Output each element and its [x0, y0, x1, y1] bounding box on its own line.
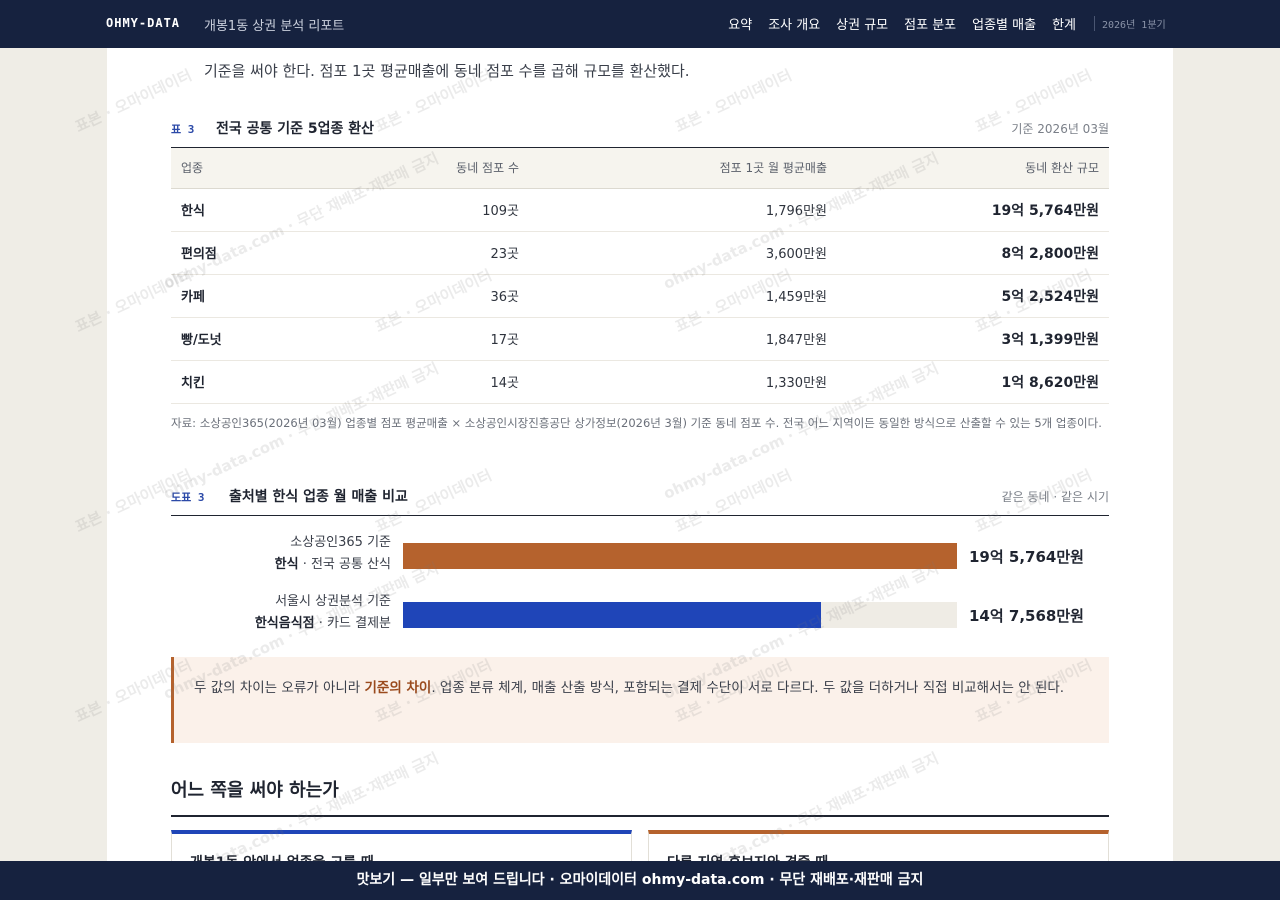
col-header-avg-sales: 점포 1곳 월 평균매출: [529, 148, 837, 189]
chart-3-title: 출처별 한식 업종 월 매출 비교: [229, 489, 408, 505]
bar-track-2: [403, 602, 957, 628]
nav-item-market-size[interactable]: 상권 규모: [836, 14, 888, 33]
cell-category: 한식: [171, 188, 339, 232]
callout-emphasis: 기준의 차이: [364, 680, 432, 696]
bar-fill-2: [403, 602, 821, 628]
nav-item-sales-by-category[interactable]: 업종별 매출: [972, 14, 1036, 33]
bar-value-2: 14억 7,568만원: [969, 607, 1084, 625]
preview-footer-banner: 맛보기 — 일부만 보여 드립니다 · 오마이데이터 ohmy-data.com…: [0, 861, 1280, 900]
bar-value-1: 19억 5,764만원: [969, 548, 1084, 566]
bar-method-1: · 전국 공통 산식: [298, 557, 391, 572]
cell-total: 19억 5,764만원: [837, 188, 1109, 232]
nav-item-overview[interactable]: 조사 개요: [768, 14, 820, 33]
cell-category: 편의점: [171, 231, 339, 275]
cell-total: 8억 2,800만원: [837, 231, 1109, 275]
callout-text-after: . 업종 분류 체계, 매출 산출 방식, 포함되는 결제 수단이 서로 다르다…: [431, 680, 1065, 696]
report-title: 개봉1동 상권 분석 리포트: [204, 19, 345, 34]
col-header-store-count: 동네 점포 수: [339, 148, 529, 189]
note-callout: 두 값의 차이는 오류가 아니라 기준의 차이. 업종 분류 체계, 매출 산출…: [171, 657, 1109, 743]
bar-source-2: 서울시 상권분석 기준: [275, 594, 391, 609]
cell-store-count: 36곳: [339, 274, 529, 318]
cell-store-count: 109곳: [339, 188, 529, 232]
table-row: 치킨 14곳 1,330만원 1억 8,620만원: [171, 360, 1109, 404]
cell-category: 빵/도넛: [171, 317, 339, 361]
table-3-header: 표 3 전국 공통 기준 5업종 환산 기준 2026년 03월: [171, 116, 1109, 148]
nav-item-store-distribution[interactable]: 점포 분포: [904, 14, 956, 33]
table-row: 빵/도넛 17곳 1,847만원 3억 1,399만원: [171, 317, 1109, 361]
table-3-number: 표 3: [171, 123, 195, 136]
cell-avg-sales: 3,600만원: [529, 231, 837, 275]
bar-label-1: 소상공인365 기준 한식 · 전국 공통 산식: [275, 532, 391, 576]
bar-track-1: [403, 543, 957, 569]
cell-total: 5억 2,524만원: [837, 274, 1109, 318]
table-row: 한식 109곳 1,796만원 19억 5,764만원: [171, 188, 1109, 232]
cell-avg-sales: 1,796만원: [529, 188, 837, 232]
bar-method-2: · 카드 결제분: [314, 616, 391, 631]
chart-3-header: 도표 3 출처별 한식 업종 월 매출 비교 같은 동네 · 같은 시기: [171, 484, 1109, 516]
nav-item-limits[interactable]: 한계: [1052, 14, 1076, 33]
cell-category: 카페: [171, 274, 339, 318]
nav-item-summary[interactable]: 요약: [728, 14, 752, 33]
cell-total: 3억 1,399만원: [837, 317, 1109, 361]
chart-3-number: 도표 3: [171, 491, 205, 504]
table-3-title: 전국 공통 기준 5업종 환산: [216, 121, 375, 137]
cell-total: 1억 8,620만원: [837, 360, 1109, 404]
callout-text-before: 두 값의 차이는 오류가 아니라: [194, 680, 365, 696]
cell-avg-sales: 1,847만원: [529, 317, 837, 361]
table-3-meta: 기준 2026년 03월: [1011, 122, 1109, 136]
bar-category-2: 한식음식점: [254, 616, 315, 631]
brand-logo[interactable]: OHMY-DATA: [106, 16, 180, 30]
cell-avg-sales: 1,330만원: [529, 360, 837, 404]
cell-category: 치킨: [171, 360, 339, 404]
table-row: 편의점 23곳 3,600만원 8억 2,800만원: [171, 231, 1109, 275]
cell-store-count: 17곳: [339, 317, 529, 361]
top-nav: 요약 조사 개요 상권 규모 점포 분포 업종별 매출 한계: [728, 14, 1076, 33]
col-header-category: 업종: [171, 148, 339, 189]
table-header-row: 업종 동네 점포 수 점포 1곳 월 평균매출 동네 환산 규모: [171, 148, 1109, 189]
bar-fill-1: [403, 543, 957, 569]
cell-store-count: 14곳: [339, 360, 529, 404]
bar-source-1: 소상공인365 기준: [290, 535, 391, 550]
top-bar: OHMY-DATA 개봉1동 상권 분석 리포트 요약 조사 개요 상권 규모 …: [0, 0, 1280, 48]
intro-paragraph: 기준을 써야 한다. 점포 1곳 평균매출에 동네 점포 수를 곱해 규모를 환…: [204, 62, 690, 80]
chart-3-bars: 소상공인365 기준 한식 · 전국 공통 산식 19억 5,764만원 서울시…: [171, 530, 1109, 645]
section-title: 어느 쪽을 써야 하는가: [171, 776, 1109, 817]
quarter-badge: 2026년 1분기: [1094, 16, 1174, 31]
cell-avg-sales: 1,459만원: [529, 274, 837, 318]
table-row: 카페 36곳 1,459만원 5억 2,524만원: [171, 274, 1109, 318]
table-3-source-note: 자료: 소상공인365(2026년 03월) 업종별 점포 평균매출 × 소상공…: [171, 416, 1102, 430]
bar-label-2: 서울시 상권분석 기준 한식음식점 · 카드 결제분: [255, 591, 391, 635]
chart-3-meta: 같은 동네 · 같은 시기: [1001, 490, 1109, 504]
col-header-total: 동네 환산 규모: [837, 148, 1109, 189]
bar-category-1: 한식: [274, 557, 299, 572]
cell-store-count: 23곳: [339, 231, 529, 275]
table-3: 업종 동네 점포 수 점포 1곳 월 평균매출 동네 환산 규모 한식 109곳…: [171, 148, 1109, 404]
